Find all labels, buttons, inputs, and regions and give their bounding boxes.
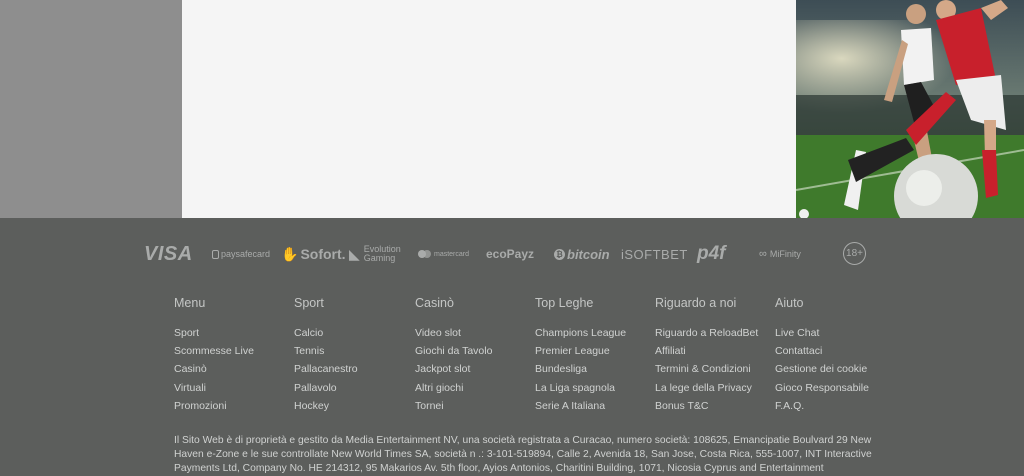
footer-link-la-liga[interactable]: La Liga spagnola: [535, 381, 655, 399]
footer-column-top-leghe: Top Leghe Champions League Premier Leagu…: [535, 296, 655, 417]
footer-link-premier-league[interactable]: Premier League: [535, 344, 655, 362]
mastercard-label: mastercard: [434, 250, 470, 258]
main-content-area: [182, 0, 796, 218]
site-footer: VISA paysafecard ✋ Sofort. ◣ Evolution G…: [0, 218, 1024, 475]
footer-column-casino: Casinò Video slot Giochi da Tavolo Jackp…: [415, 296, 535, 417]
footer-link-bundesliga[interactable]: Bundesliga: [535, 362, 655, 380]
evolution-icon: ◣: [349, 245, 360, 262]
mifinity-logo: ∞ MiFinity: [759, 236, 801, 272]
football-promo-banner[interactable]: [796, 0, 1024, 218]
bitcoin-icon: ₿: [554, 248, 565, 260]
bitcoin-logo: ₿ bitcoin: [554, 236, 610, 272]
footer-link-jackpot-slot[interactable]: Jackpot slot: [415, 362, 535, 380]
paysafecard-logo: paysafecard: [212, 236, 270, 272]
footer-link-hockey[interactable]: Hockey: [294, 399, 414, 417]
sofort-hand-icon: ✋: [281, 245, 299, 262]
evolution-line2: Gaming: [363, 253, 396, 263]
footer-link-termini[interactable]: Termini & Condizioni: [655, 362, 775, 380]
footer-column-title: Casinò: [415, 296, 454, 310]
mifinity-label: MiFinity: [769, 249, 801, 259]
mastercard-circles-icon: [418, 249, 432, 259]
legal-disclaimer-text: Il Sito Web è di proprietà e gestito da …: [174, 435, 872, 474]
mifinity-icon: ∞: [759, 248, 767, 260]
footer-column-title: Riguardo a noi: [655, 296, 737, 310]
footer-link-pallavolo[interactable]: Pallavolo: [294, 381, 414, 399]
footer-link-sport[interactable]: Sport: [174, 326, 294, 344]
footer-link-gioco-responsabile[interactable]: Gioco Responsabile: [775, 381, 895, 399]
footer-link-serie-a[interactable]: Serie A Italiana: [535, 399, 655, 417]
footer-link-contattaci[interactable]: Contattaci: [775, 344, 895, 362]
payment-methods-row: VISA paysafecard ✋ Sofort. ◣ Evolution G…: [140, 236, 880, 272]
sofort-logo: ✋ Sofort.: [281, 236, 346, 272]
sofort-label: Sofort.: [300, 246, 346, 262]
footer-link-privacy[interactable]: La lege della Privacy: [655, 381, 775, 399]
footer-link-video-slot[interactable]: Video slot: [415, 326, 535, 344]
footer-link-faq[interactable]: F.A.Q.: [775, 399, 895, 417]
football-players-image: [796, 0, 1024, 218]
isoftbet-logo: iSOFTBET: [621, 246, 688, 262]
footer-link-riguardo-reloadbet[interactable]: Riguardo a ReloadBet: [655, 326, 775, 344]
paysafecard-label: paysafecard: [221, 249, 271, 259]
footer-link-altri-giochi[interactable]: Altri giochi: [415, 381, 535, 399]
ecopayz-logo: ecoPayz: [486, 247, 535, 261]
footer-link-calcio[interactable]: Calcio: [294, 326, 414, 344]
footer-link-bonus-tc[interactable]: Bonus T&C: [655, 399, 775, 417]
mastercard-logo: mastercard: [418, 236, 469, 272]
footer-column-aiuto: Aiuto Live Chat Contattaci Gestione dei …: [775, 296, 895, 417]
footer-link-tennis[interactable]: Tennis: [294, 344, 414, 362]
footer-link-scommesse-live[interactable]: Scommesse Live: [174, 344, 294, 362]
age-18-plus-icon: 18+: [843, 242, 866, 265]
footer-column-title: Top Leghe: [535, 296, 594, 310]
footer-link-giochi-da-tavolo[interactable]: Giochi da Tavolo: [415, 344, 535, 362]
left-sidebar-area: [0, 0, 182, 218]
footer-link-virtuali[interactable]: Virtuali: [174, 381, 294, 399]
footer-link-columns: Menu Sport Scommesse Live Casinò Virtual…: [174, 296, 934, 416]
footer-link-affiliati[interactable]: Affiliati: [655, 344, 775, 362]
footer-column-title: Menu: [174, 296, 206, 310]
footer-link-pallacanestro[interactable]: Pallacanestro: [294, 362, 414, 380]
visa-logo: VISA: [144, 242, 193, 265]
bitcoin-label: bitcoin: [567, 246, 610, 262]
footer-column-title: Aiuto: [775, 296, 804, 310]
footer-link-casino[interactable]: Casinò: [174, 362, 294, 380]
evolution-gaming-logo: ◣ Evolution Gaming: [349, 236, 401, 272]
paysafecard-icon: [212, 249, 219, 259]
footer-column-sport: Sport Calcio Tennis Pallacanestro Pallav…: [294, 296, 414, 417]
page-top: [0, 0, 1024, 218]
footer-column-riguardo: Riguardo a noi Riguardo a ReloadBet Affi…: [655, 296, 775, 417]
p4f-logo: p4f: [697, 243, 726, 264]
footer-column-menu: Menu Sport Scommesse Live Casinò Virtual…: [174, 296, 294, 417]
footer-link-gestione-cookie[interactable]: Gestione dei cookie: [775, 362, 895, 380]
footer-link-promozioni[interactable]: Promozioni: [174, 399, 294, 417]
footer-link-tornei[interactable]: Tornei: [415, 399, 535, 417]
footer-link-live-chat[interactable]: Live Chat: [775, 326, 895, 344]
footer-link-champions-league[interactable]: Champions League: [535, 326, 655, 344]
footer-column-title: Sport: [294, 296, 324, 310]
